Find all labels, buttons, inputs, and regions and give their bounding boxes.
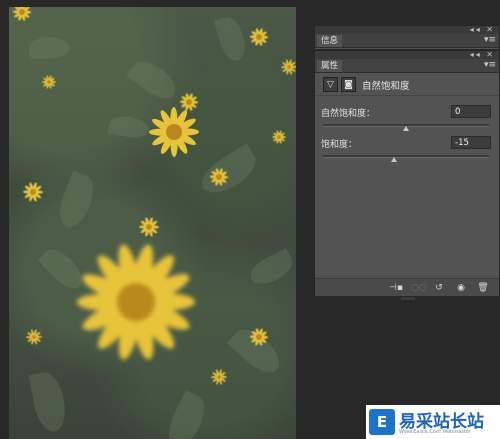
flower-shape bbox=[281, 59, 296, 75]
flower-shape bbox=[272, 130, 286, 144]
saturation-slider-track[interactable] bbox=[323, 155, 489, 158]
leaf-shape bbox=[126, 54, 182, 106]
properties-header: ▽ ◙ 自然饱和度 bbox=[315, 73, 499, 96]
panel-collapse-close-icons[interactable]: ◂◂ ✕ bbox=[470, 50, 495, 59]
tab-properties[interactable]: 属性 bbox=[317, 60, 343, 72]
leaf-shape bbox=[161, 390, 212, 439]
properties-tabbar: 属性 ▾≡ bbox=[315, 59, 499, 73]
flower-shape bbox=[13, 7, 31, 21]
properties-panel-strip: ◂◂ ✕ bbox=[315, 50, 499, 59]
saturation-slider-thumb[interactable] bbox=[390, 157, 397, 162]
leaf-shape bbox=[195, 143, 263, 201]
tab-info[interactable]: 信息 bbox=[317, 35, 343, 47]
flower-shape bbox=[139, 217, 159, 237]
vibrance-label: 自然饱和度： bbox=[321, 109, 376, 119]
flower-shape bbox=[211, 369, 227, 385]
panel-menu-icon[interactable]: ▾≡ bbox=[484, 60, 496, 71]
delete-icon[interactable]: 🗑 bbox=[477, 283, 489, 293]
info-panel: ◂◂ ✕ 信息 ▾≡ bbox=[314, 25, 500, 50]
saturation-label: 饱和度： bbox=[321, 140, 358, 150]
leaf-shape bbox=[107, 113, 151, 141]
flower-shape bbox=[74, 240, 198, 364]
flower-shape bbox=[26, 329, 42, 345]
reset-icon[interactable]: ↺ bbox=[433, 283, 445, 293]
panel-resize-grip[interactable] bbox=[401, 297, 415, 300]
flower-shape bbox=[180, 93, 198, 111]
watermark: E 易采站长站 Www.Easck.Com Webmaster bbox=[366, 405, 500, 439]
triangle-adjustment-icon: ▽ bbox=[323, 77, 338, 92]
panel-collapse-close-icons[interactable]: ◂◂ ✕ bbox=[470, 25, 495, 34]
leaf-shape bbox=[213, 14, 250, 64]
saturation-input[interactable]: -15 bbox=[451, 136, 491, 149]
adjustment-title: 自然饱和度 bbox=[362, 81, 410, 92]
panel-menu-icon[interactable]: ▾≡ bbox=[484, 35, 496, 46]
watermark-subtext: Www.Easck.Com Webmaster bbox=[399, 429, 471, 435]
watermark-logo: E bbox=[369, 409, 395, 435]
info-panel-strip: ◂◂ ✕ bbox=[315, 25, 499, 34]
flower-shape bbox=[42, 75, 56, 89]
vibrance-slider-thumb[interactable] bbox=[403, 126, 409, 131]
flower-shape bbox=[250, 28, 268, 46]
leaf-shape bbox=[29, 37, 69, 59]
properties-panel: ◂◂ ✕ 属性 ▾≡ ▽ ◙ 自然饱和度 自然饱和度： 0 饱和度： -15 ⊣… bbox=[314, 50, 500, 300]
flower-shape bbox=[148, 106, 200, 158]
properties-footer: ⊣▪ ◌◌ ↺ ◉ 🗑 bbox=[315, 278, 499, 296]
view-previous-icon[interactable]: ◌◌ bbox=[411, 283, 427, 293]
flower-shape bbox=[210, 168, 228, 186]
saturation-control: 饱和度： -15 bbox=[321, 136, 491, 169]
visibility-icon[interactable]: ◉ bbox=[455, 283, 467, 293]
leaf-shape bbox=[28, 369, 70, 435]
flower-photo bbox=[9, 7, 296, 439]
clip-to-layer-icon[interactable]: ⊣▪ bbox=[389, 283, 403, 293]
leaf-shape bbox=[246, 248, 296, 290]
vibrance-control: 自然饱和度： 0 bbox=[321, 105, 491, 138]
flower-shape bbox=[250, 328, 268, 346]
vibrance-input[interactable]: 0 bbox=[451, 105, 491, 118]
mask-icon[interactable]: ◙ bbox=[341, 77, 356, 92]
flower-shape bbox=[23, 182, 43, 202]
leaf-shape bbox=[53, 170, 100, 232]
info-tabbar: 信息 ▾≡ bbox=[315, 34, 499, 48]
